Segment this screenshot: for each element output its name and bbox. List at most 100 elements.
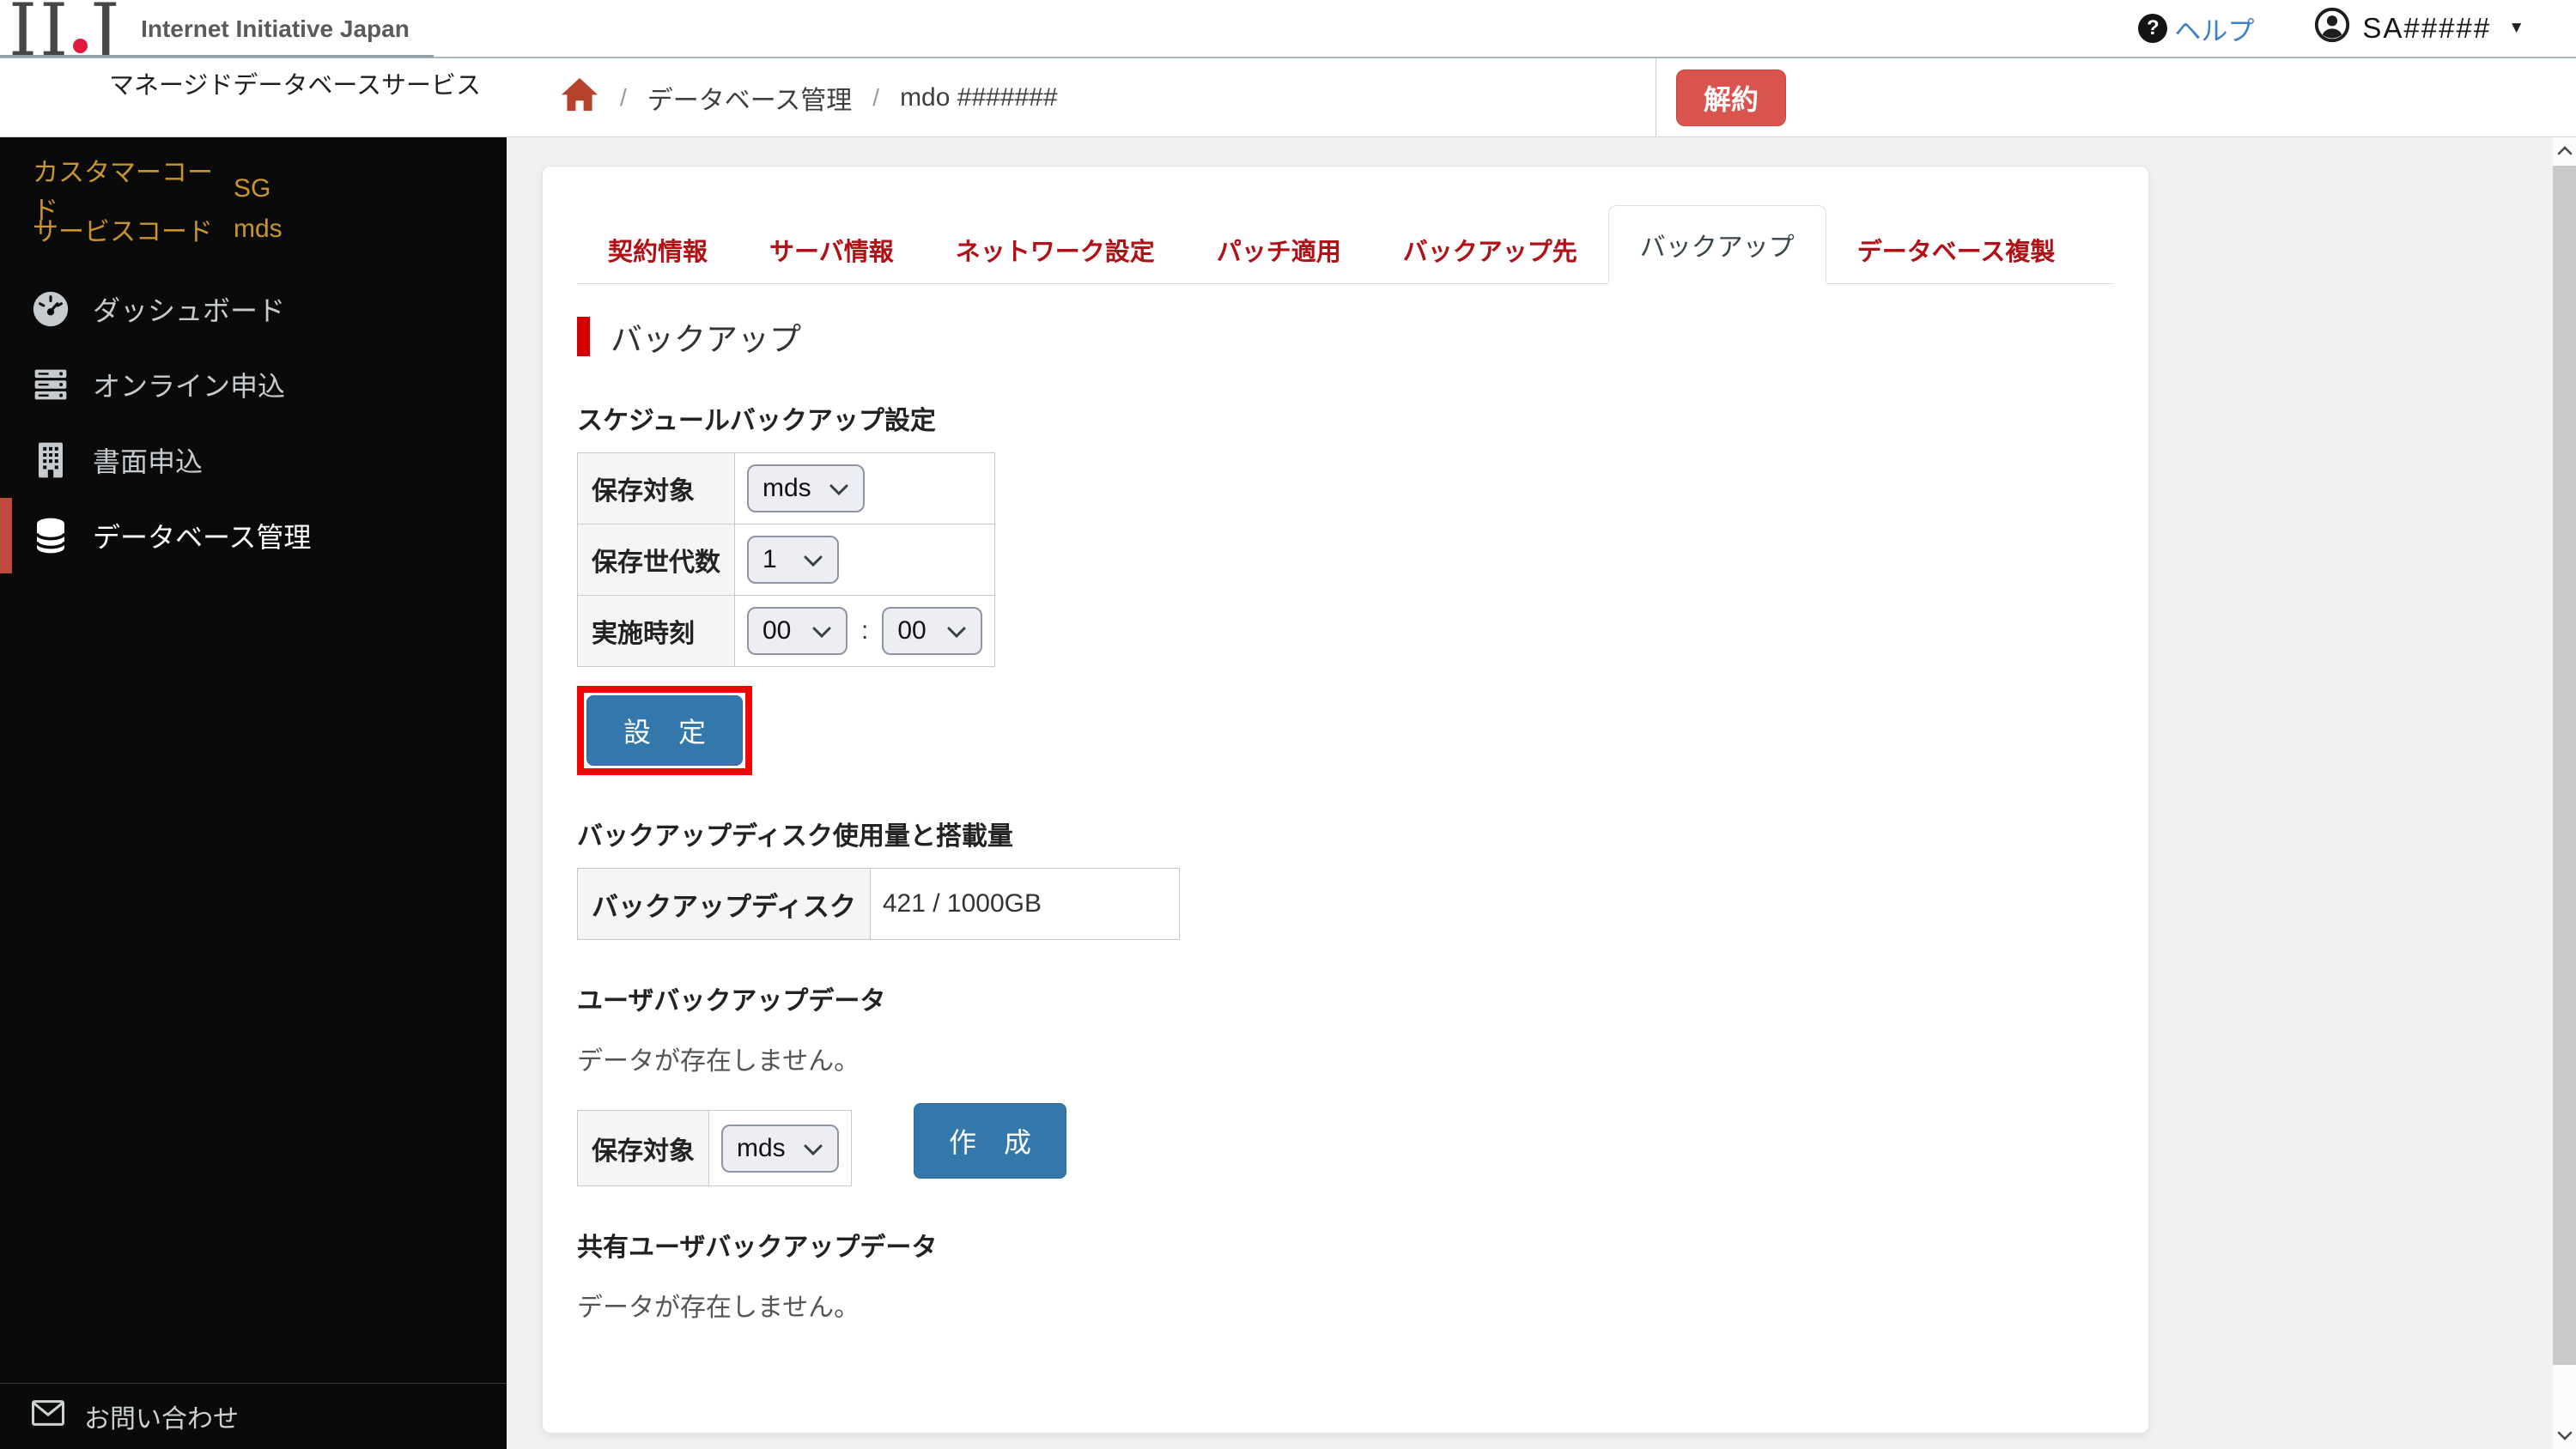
shared-backup-section-heading: 共有ユーザバックアップデータ [577, 1234, 938, 1262]
top-bar-right: ? ヘルプ SA##### ▼ [2138, 0, 2576, 57]
table-row: 実施時刻 00 : 00 [577, 595, 996, 667]
sidebar: カスタマーコード SG サービスコード mds ダッシュボード オンライン申込 [0, 137, 507, 1449]
sidebar-menu: ダッシュボード オンライン申込 書面申込 データベース管理 [0, 271, 507, 573]
company-name: Internet Initiative Japan [141, 15, 410, 42]
detail-card: 契約情報 サーバ情報 ネットワーク設定 パッチ適用 バックアップ先 バックアップ… [542, 166, 2149, 1434]
service-code-value: mds [234, 214, 283, 243]
app-window: II J Internet Initiative Japan ? ヘルプ SA##… [0, 0, 2576, 1449]
chevron-down-icon [803, 545, 823, 574]
top-bar: II J Internet Initiative Japan ? ヘルプ SA##… [0, 0, 2576, 58]
execution-time-controls: 00 : 00 [747, 607, 983, 655]
chevron-down-icon [811, 616, 832, 646]
customer-code-row: カスタマーコード SG [33, 159, 507, 225]
schedule-settings-table: 保存対象 mds 保存世代数 1 実施時刻 00: 00 [577, 452, 996, 667]
service-code-row: サービスコード mds [33, 209, 507, 249]
tab-patch-apply[interactable]: パッチ適用 [1186, 216, 1372, 283]
action-highlight-box: 設 定 [577, 686, 752, 775]
user-backup-target-select[interactable]: mds [721, 1124, 839, 1173]
username: SA##### [2362, 12, 2492, 44]
active-item-indicator [0, 498, 12, 573]
breadcrumb-item-current: mdo ####### [900, 83, 1058, 112]
scroll-down-button[interactable] [2553, 1423, 2576, 1449]
sidebar-item-paper-application[interactable]: 書面申込 [0, 422, 507, 498]
execution-time-label: 実施時刻 [577, 595, 735, 667]
schedule-section-heading: スケジュールバックアップ設定 [577, 407, 936, 435]
service-code-label: サービスコード [33, 217, 213, 246]
time-separator: : [861, 616, 869, 645]
vertical-scrollbar[interactable] [2553, 137, 2576, 1449]
sidebar-item-database-management[interactable]: データベース管理 [0, 498, 507, 573]
tab-bar: 契約情報 サーバ情報 ネットワーク設定 パッチ適用 バックアップ先 バックアップ… [577, 205, 2114, 284]
home-icon[interactable] [560, 76, 599, 120]
page-title-row: バックアップ [577, 313, 2114, 360]
chevron-down-icon [829, 474, 849, 503]
hour-select[interactable]: 00 [747, 607, 848, 655]
backup-disk-label: バックアップディスク [577, 868, 871, 940]
user-backup-target-label: 保存対象 [577, 1110, 709, 1186]
sidebar-item-dashboard[interactable]: ダッシュボード [0, 271, 507, 347]
backup-disk-table: バックアップディスク 421 / 1000GB [577, 868, 1180, 940]
save-target-label: 保存対象 [577, 452, 735, 524]
breadcrumb: / データベース管理 / mdo ####### [560, 58, 1058, 137]
sub-header: マネージドデータベースサービス / データベース管理 / mdo #######… [0, 58, 2576, 137]
tab-backup[interactable]: バックアップ [1607, 205, 1826, 284]
cancel-contract-button[interactable]: 解約 [1676, 70, 1786, 126]
user-backup-empty-message: データが存在しません。 [577, 1047, 860, 1076]
chevron-down-icon [803, 1134, 823, 1163]
iij-logo-right: J [90, 0, 123, 57]
user-backup-target-cell: mds [708, 1110, 852, 1186]
iij-logo-dot-icon [73, 39, 88, 53]
tab-network-settings[interactable]: ネットワーク設定 [925, 216, 1186, 283]
save-target-cell: mds [733, 452, 996, 524]
title-accent-bar [577, 317, 590, 356]
sidebar-item-label: データベース管理 [93, 522, 312, 553]
breadcrumb-separator: / [620, 84, 627, 111]
tab-backup-destination[interactable]: バックアップ先 [1372, 216, 1608, 283]
sidebar-item-contact[interactable]: お問い合わせ [0, 1383, 507, 1449]
user-backup-controls: 保存対象 mds 作 成 [577, 1094, 2114, 1186]
create-button[interactable]: 作 成 [914, 1102, 1066, 1179]
sidebar-item-label: ダッシュボード [93, 295, 286, 326]
execution-time-cell: 00 : 00 [733, 595, 996, 667]
minute-select[interactable]: 00 [882, 607, 983, 655]
help-link[interactable]: ? ヘルプ [2138, 9, 2254, 48]
question-icon: ? [2138, 14, 2168, 43]
scrollbar-thumb[interactable] [2553, 166, 2576, 1365]
sidebar-item-label: オンライン申込 [93, 371, 286, 402]
generations-value: 1 [762, 545, 777, 573]
minute-value: 00 [897, 616, 927, 645]
caret-down-icon: ▼ [2508, 19, 2526, 37]
tab-database-replication[interactable]: データベース複製 [1826, 216, 2087, 283]
iij-logo-left: II [9, 0, 71, 57]
table-row: バックアップディスク 421 / 1000GB [577, 868, 1180, 940]
save-target-value: mds [762, 474, 811, 502]
set-button[interactable]: 設 定 [586, 695, 743, 766]
tab-server-info[interactable]: サーバ情報 [738, 216, 925, 283]
gauge-icon [31, 290, 70, 328]
shared-backup-empty-message: データが存在しません。 [577, 1294, 860, 1322]
logo-underline [0, 55, 434, 58]
user-backup-target-value: mds [737, 1133, 786, 1162]
table-row: 保存世代数 1 [577, 524, 996, 596]
breadcrumb-item-database-management[interactable]: データベース管理 [647, 79, 853, 117]
customer-code-value: SG [234, 173, 271, 203]
sidebar-item-label: 書面申込 [93, 446, 204, 477]
building-icon [31, 441, 70, 479]
user-menu[interactable]: SA##### ▼ [2314, 7, 2526, 50]
save-target-select[interactable]: mds [747, 464, 865, 512]
scroll-up-button[interactable] [2553, 137, 2576, 163]
table-row: 保存対象 mds [577, 1110, 852, 1186]
help-label: ヘルプ [2174, 15, 2255, 46]
user-backup-target-table: 保存対象 mds [577, 1110, 852, 1186]
hour-value: 00 [762, 616, 792, 645]
generations-label: 保存世代数 [577, 524, 735, 596]
chevron-down-icon [946, 616, 967, 646]
user-backup-section-heading: ユーザバックアップデータ [577, 987, 886, 1016]
generations-select[interactable]: 1 [747, 536, 839, 584]
service-name: マネージドデータベースサービス [109, 72, 481, 100]
sidebar-codes: カスタマーコード SG サービスコード mds [0, 137, 507, 249]
generations-cell: 1 [733, 524, 996, 596]
disk-section-heading: バックアップディスク使用量と搭載量 [577, 822, 1013, 851]
sidebar-item-online-application[interactable]: オンライン申込 [0, 347, 507, 422]
tab-contract-info[interactable]: 契約情報 [577, 216, 738, 283]
